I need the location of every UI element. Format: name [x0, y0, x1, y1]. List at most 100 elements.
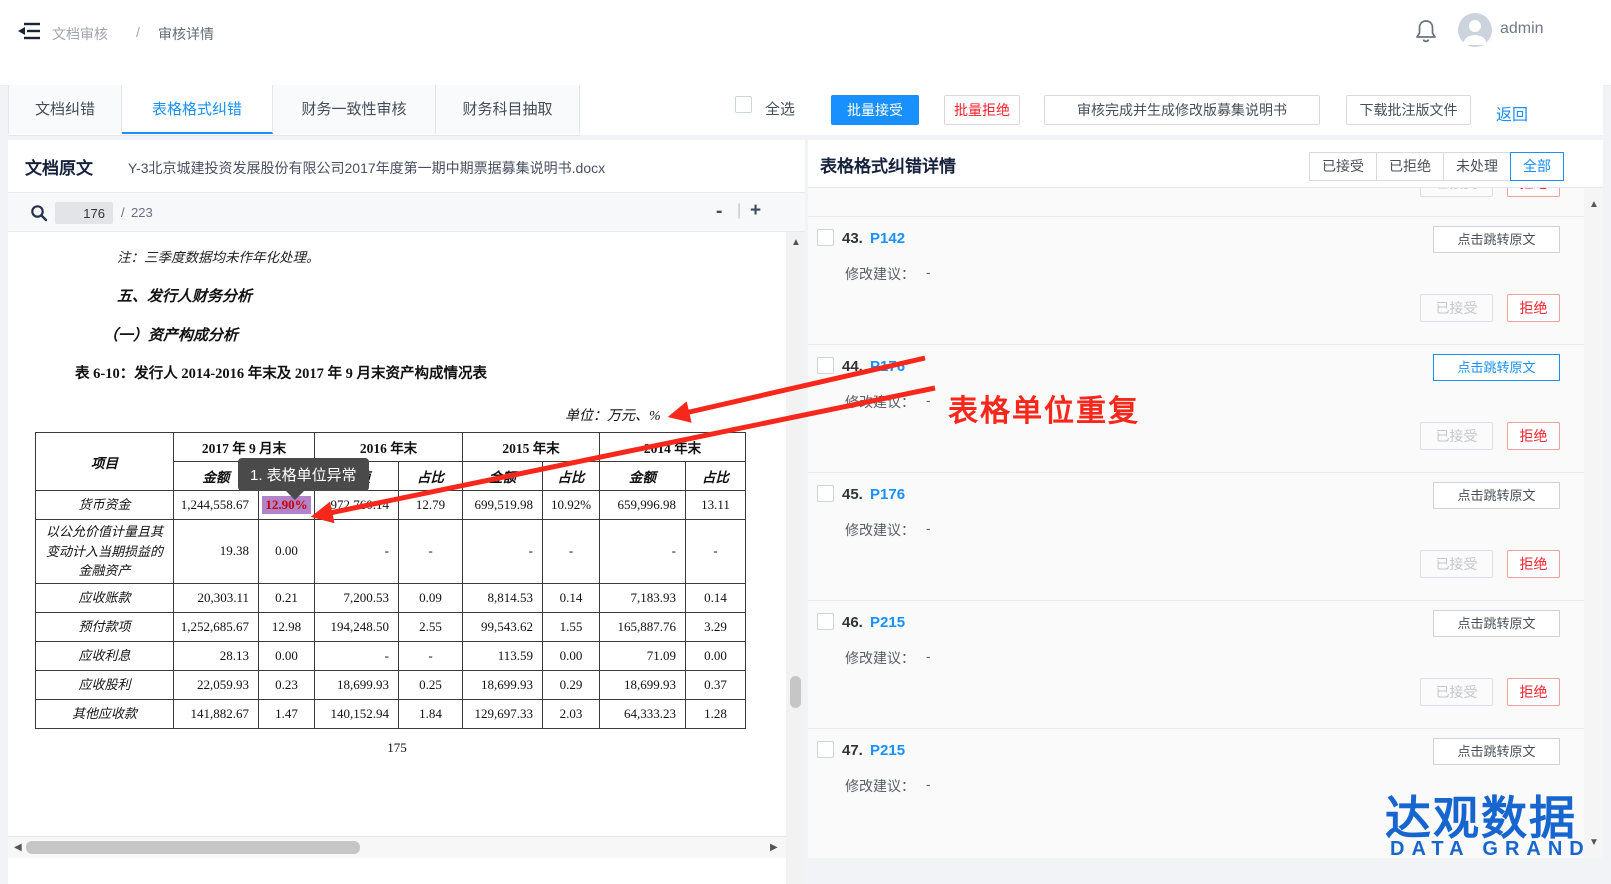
- doc-table-cell: 0.00: [259, 641, 315, 670]
- username[interactable]: admin: [1500, 20, 1544, 38]
- doc-table-cell: 64,333.23: [600, 699, 686, 728]
- reject-button[interactable]: 拒绝: [1507, 550, 1560, 578]
- top-bar: 文档审核 / 审核详情 admin: [0, 0, 1611, 86]
- zoom-divider: |: [737, 202, 741, 220]
- item-page-link[interactable]: P176: [870, 358, 905, 375]
- doc-table-header-item: 项目: [36, 433, 174, 491]
- doc-table-cell: 165,887.76: [600, 612, 686, 641]
- page-total: 223: [131, 205, 153, 220]
- scroll-up-icon[interactable]: ▲: [791, 238, 801, 248]
- jump-to-source-button[interactable]: 点击跳转原文: [1433, 482, 1560, 509]
- scroll-left-icon[interactable]: ◀: [14, 843, 22, 853]
- doc-table-subheader: 金额: [600, 462, 686, 491]
- item-checkbox[interactable]: [817, 229, 834, 246]
- jump-to-source-button[interactable]: 点击跳转原文: [1433, 738, 1560, 765]
- tab-financial-subject-extract[interactable]: 财务科目抽取: [436, 85, 580, 134]
- tab-financial-consistency[interactable]: 财务一致性审核: [273, 85, 436, 134]
- doc-hscrollbar-thumb[interactable]: [26, 841, 360, 854]
- doc-table-row: 以公允价值计量且其变动计入当期损益的金融资产 19.38 0.00 - - - …: [36, 520, 746, 584]
- doc-table-subheader: 占比: [399, 462, 463, 491]
- doc-table-cell: 应收利息: [36, 641, 174, 670]
- menu-fold-icon[interactable]: [16, 20, 42, 42]
- doc-table-cell-red: 10.92%: [543, 491, 600, 520]
- filter-rejected[interactable]: 已拒绝: [1376, 152, 1444, 181]
- tab-bar: 文档纠错 表格格式纠错 财务一致性审核 财务科目抽取 全选 批量接受 批量拒绝 …: [8, 85, 1603, 135]
- list-vertical-scrollbar[interactable]: ▲ ▼: [1584, 188, 1603, 858]
- jump-to-source-button[interactable]: 点击跳转原文: [1433, 226, 1560, 253]
- item-page-link[interactable]: P176: [870, 486, 905, 503]
- zoom-in-button[interactable]: +: [750, 200, 761, 222]
- reject-button-clipped[interactable]: 拒绝: [1507, 188, 1560, 197]
- scroll-down-icon[interactable]: ▼: [1589, 838, 1599, 848]
- jump-to-source-button[interactable]: 点击跳转原文: [1433, 610, 1560, 637]
- doc-table-cell: 0.23: [259, 670, 315, 699]
- doc-table-cell: 0.09: [399, 583, 463, 612]
- reject-button[interactable]: 拒绝: [1507, 678, 1560, 706]
- doc-table-cell: 应收股利: [36, 670, 174, 699]
- doc-table-cell: 1.84: [399, 699, 463, 728]
- finish-generate-button[interactable]: 审核完成并生成修改版募集说明书: [1044, 95, 1320, 125]
- item-number: 47.: [842, 742, 863, 759]
- doc-table-row: 应收账款 20,303.11 0.21 7,200.53 0.09 8,814.…: [36, 583, 746, 612]
- doc-table-cell: 应收账款: [36, 583, 174, 612]
- suggestion-label: 修改建议：: [845, 776, 915, 796]
- doc-table-cell: 13.11: [686, 491, 746, 520]
- batch-reject-button[interactable]: 批量拒绝: [944, 95, 1020, 125]
- suggestion-label: 修改建议：: [845, 648, 915, 668]
- reject-button[interactable]: 拒绝: [1507, 422, 1560, 450]
- doc-table-row: 应收利息 28.13 0.00 - - 113.59 0.00 71.09 0.…: [36, 641, 746, 670]
- document-filename: Y-3北京城建投资发展股份有限公司2017年度第一期中期票据募集说明书.docx: [128, 158, 605, 178]
- doc-heading-1: 五、发行人财务分析: [117, 285, 252, 306]
- filter-unprocessed[interactable]: 未处理: [1443, 152, 1511, 181]
- avatar[interactable]: [1458, 13, 1492, 47]
- item-page-link[interactable]: P215: [870, 614, 905, 631]
- tab-doc-correction[interactable]: 文档纠错: [8, 85, 122, 134]
- doc-table-cell: 1.55: [543, 612, 600, 641]
- zoom-out-button[interactable]: -: [716, 201, 722, 223]
- doc-vscrollbar-thumb[interactable]: [790, 676, 801, 708]
- doc-table-cell: 659,996.98: [600, 491, 686, 520]
- doc-table-cell: 以公允价值计量且其变动计入当期损益的金融资产: [36, 520, 174, 584]
- zoom-search-icon[interactable]: [30, 204, 48, 222]
- suggestion-value: -: [926, 520, 931, 536]
- tab-table-format-correction[interactable]: 表格格式纠错: [122, 85, 273, 134]
- doc-table-cell: 其他应收款: [36, 699, 174, 728]
- bell-icon[interactable]: [1414, 17, 1438, 45]
- doc-horizontal-scrollbar[interactable]: ◀ ▶: [8, 836, 786, 858]
- document-preview[interactable]: 注：三季度数据均未作年化处理。 五、发行人财务分析 （一）资产构成分析 表 6-…: [8, 232, 786, 884]
- select-all-checkbox[interactable]: [735, 96, 752, 113]
- doc-table-cell: 0.25: [399, 670, 463, 699]
- filter-all[interactable]: 全部: [1510, 152, 1564, 181]
- batch-accept-button[interactable]: 批量接受: [831, 95, 919, 125]
- page-number-input[interactable]: [55, 202, 113, 224]
- item-page-link[interactable]: P142: [870, 230, 905, 247]
- scroll-right-icon[interactable]: ▶: [770, 843, 778, 853]
- doc-table-row: 其他应收款 141,882.67 1.47 140,152.94 1.84 12…: [36, 699, 746, 728]
- item-checkbox[interactable]: [817, 613, 834, 630]
- item-page-link[interactable]: P215: [870, 742, 905, 759]
- doc-table-cell: 22,059.93: [174, 670, 259, 699]
- scroll-up-icon[interactable]: ▲: [1589, 200, 1599, 210]
- doc-heading-2: （一）资产构成分析: [103, 324, 238, 345]
- list-item: 45. P176 点击跳转原文 修改建议： - 已接受 拒绝: [808, 472, 1603, 600]
- item-checkbox[interactable]: [817, 741, 834, 758]
- list-item: 46. P215 点击跳转原文 修改建议： - 已接受 拒绝: [808, 600, 1603, 728]
- doc-table-cell: 0.37: [686, 670, 746, 699]
- item-checkbox[interactable]: [817, 357, 834, 374]
- breadcrumb-parent[interactable]: 文档审核: [52, 24, 108, 44]
- item-checkbox[interactable]: [817, 485, 834, 502]
- doc-vertical-scrollbar[interactable]: ▲ ▼: [786, 232, 805, 884]
- download-annotated-button[interactable]: 下载批注版文件: [1346, 95, 1471, 125]
- back-link[interactable]: 返回: [1496, 101, 1528, 125]
- doc-table-cell: -: [399, 520, 463, 584]
- filter-accepted[interactable]: 已接受: [1309, 152, 1377, 181]
- list-item-active: 44. P176 点击跳转原文 修改建议： - 已接受 拒绝: [808, 344, 1603, 472]
- doc-table-subheader: 占比: [543, 462, 600, 491]
- pager-toolbar: / 223 - | +: [8, 192, 805, 232]
- doc-table-cell: 19.38: [174, 520, 259, 584]
- reject-button[interactable]: 拒绝: [1507, 294, 1560, 322]
- correction-list: 已接受 拒绝 43. P142 点击跳转原文 修改建议： - 已接受 拒绝 44…: [808, 188, 1603, 858]
- jump-to-source-button-active[interactable]: 点击跳转原文: [1433, 354, 1560, 381]
- doc-table-cell: 7,183.93: [600, 583, 686, 612]
- item-number: 44.: [842, 358, 863, 375]
